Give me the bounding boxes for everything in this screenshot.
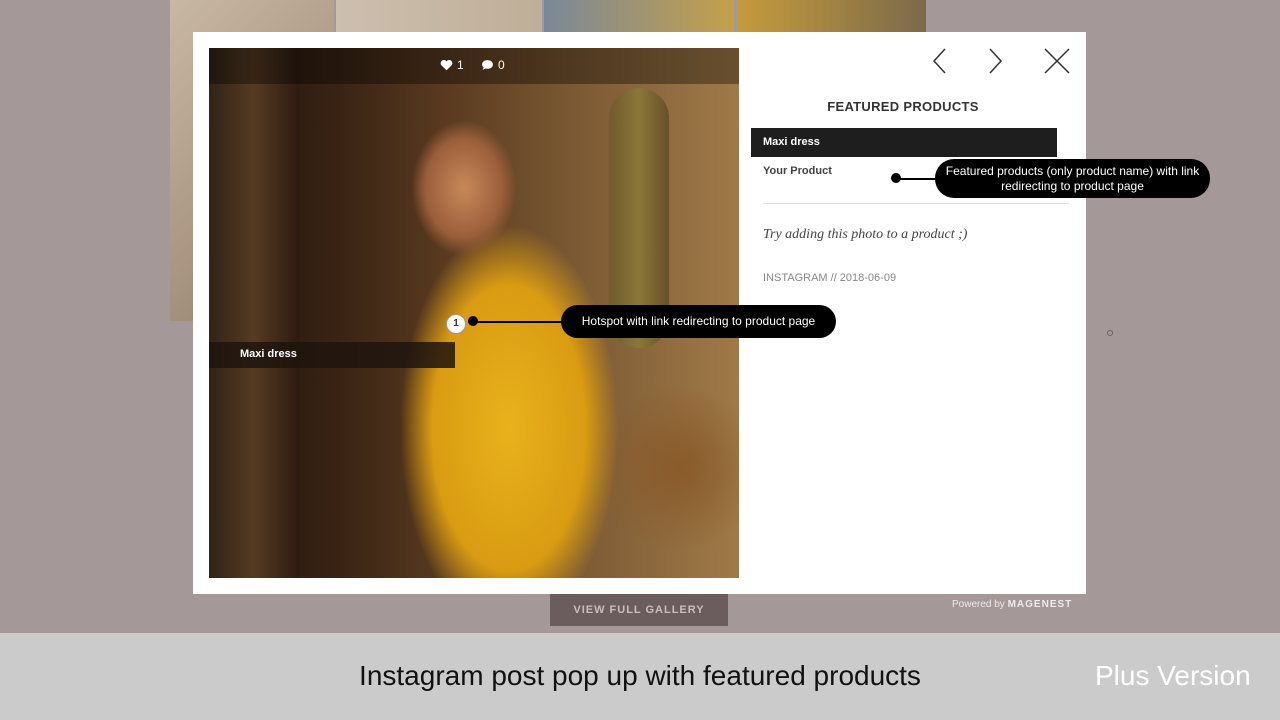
callout-connector [473,321,563,323]
photo-stats-bar: 1 0 [209,48,739,84]
empty-state-text: Try adding this photo to a product ;) [763,227,968,242]
chevron-right-icon [989,48,1003,74]
comment-icon [482,60,493,70]
post-source-date: INSTAGRAM // 2018-06-09 [763,272,897,284]
featured-product-name[interactable]: Your Product [763,165,832,177]
gallery-tile[interactable] [336,0,542,32]
comments-count: 0 [481,58,505,72]
featured-product-name[interactable]: Maxi dress [763,136,820,148]
featured-product-item[interactable]: Maxi dress [751,128,1057,157]
chevron-left-icon [932,48,946,74]
hotspot-product-name[interactable]: Maxi dress [240,348,297,360]
hotspot-product-label[interactable]: Maxi dress [209,342,455,368]
powered-prefix: Powered by [952,599,1005,610]
next-button[interactable] [979,46,1009,76]
gallery-tile[interactable] [737,0,926,32]
caption-text: Instagram post pop up with featured prod… [359,660,921,691]
version-label: Plus Version [1095,660,1251,691]
view-full-gallery-button[interactable]: VIEW FULL GALLERY [550,594,728,626]
powered-by[interactable]: Powered by MAGENEST [952,599,1072,610]
featured-products-title: FEATURED PRODUCTS [827,99,979,114]
comments-value: 0 [498,58,505,72]
likes-count: 1 [440,58,464,72]
photo-shading [209,48,299,578]
gallery-tile[interactable] [544,0,734,32]
close-icon [1044,48,1070,74]
hotspot-callout: Hotspot with link redirecting to product… [561,305,836,338]
caption-bar: Instagram post pop up with featured prod… [0,633,1280,720]
hotspot-marker[interactable]: 1 [446,314,466,334]
close-button[interactable] [1042,46,1072,76]
callout-connector [896,178,936,180]
decorative-dot [1107,330,1113,336]
featured-products-callout: Featured products (only product name) wi… [935,159,1210,198]
likes-value: 1 [457,58,464,72]
powered-brand[interactable]: MAGENEST [1008,599,1073,610]
heart-icon [440,59,453,71]
divider [763,203,1069,204]
previous-button[interactable] [926,46,956,76]
